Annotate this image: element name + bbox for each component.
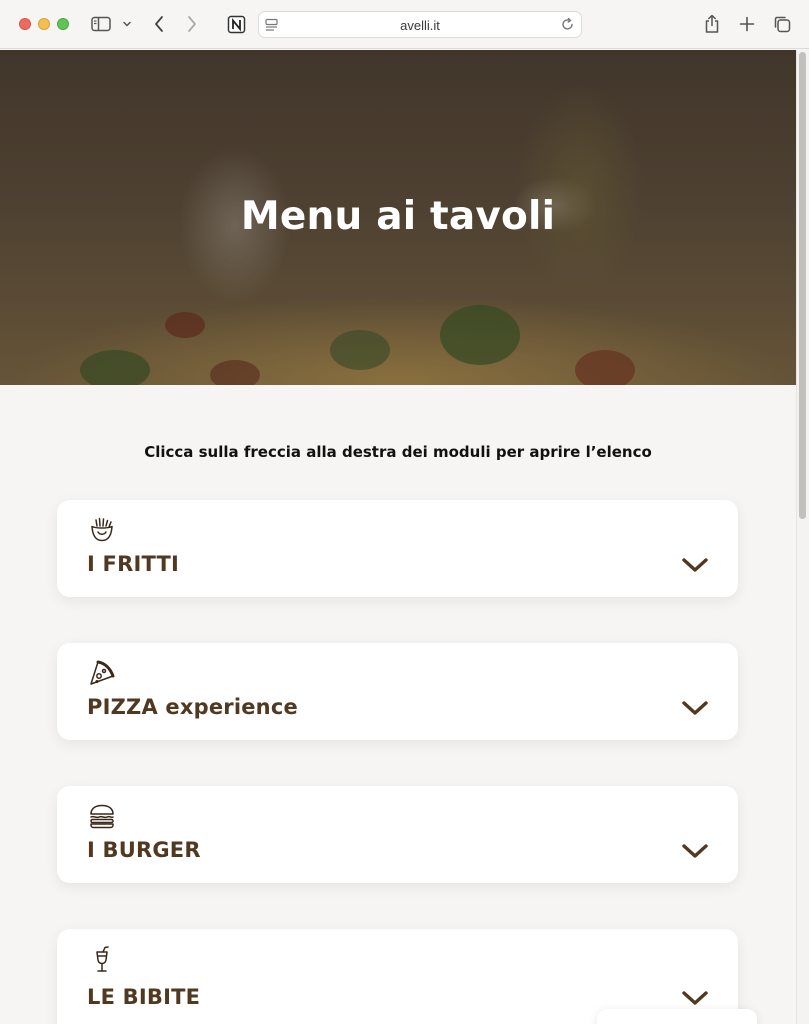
chevron-down-icon[interactable] bbox=[681, 842, 709, 860]
drink-icon bbox=[88, 945, 118, 975]
chevron-down-icon[interactable] bbox=[121, 12, 133, 36]
share-icon[interactable] bbox=[702, 12, 722, 36]
chevron-down-icon[interactable] bbox=[681, 699, 709, 717]
scrollbar-thumb[interactable] bbox=[799, 52, 806, 519]
browser-toolbar: avelli.it bbox=[0, 0, 809, 49]
instruction-text: Clicca sulla freccia alla destra dei mod… bbox=[144, 443, 652, 461]
new-tab-icon[interactable] bbox=[737, 12, 757, 36]
page-title: Menu ai tavoli bbox=[240, 194, 556, 239]
section-label: I BURGER bbox=[87, 838, 201, 862]
back-icon[interactable] bbox=[151, 12, 167, 36]
address-bar[interactable]: avelli.it bbox=[258, 11, 582, 38]
section-label: I FRITTI bbox=[87, 552, 179, 576]
reload-icon[interactable] bbox=[560, 17, 575, 37]
chevron-down-icon[interactable] bbox=[681, 556, 709, 574]
accordion-fritti[interactable]: I FRITTI bbox=[57, 500, 738, 597]
pizza-slice-icon bbox=[88, 659, 118, 689]
accordion-burger[interactable]: I BURGER bbox=[57, 786, 738, 883]
section-label: PIZZA experience bbox=[87, 695, 298, 719]
burger-icon bbox=[88, 802, 118, 832]
accordion-pizza[interactable]: PIZZA experience bbox=[57, 643, 738, 740]
fries-icon bbox=[88, 516, 118, 546]
minimize-window-button[interactable] bbox=[38, 18, 50, 30]
chevron-down-icon[interactable] bbox=[681, 989, 709, 1007]
close-window-button[interactable] bbox=[19, 18, 31, 30]
zoom-window-button[interactable] bbox=[57, 18, 69, 30]
floating-widget[interactable] bbox=[597, 1009, 757, 1024]
notion-icon[interactable] bbox=[226, 12, 246, 36]
sidebar-icon[interactable] bbox=[90, 12, 112, 36]
section-label: LE BIBITE bbox=[87, 985, 201, 1009]
url-text: avelli.it bbox=[400, 18, 440, 33]
tabs-overview-icon[interactable] bbox=[772, 12, 792, 36]
hero-banner: Menu ai tavoli bbox=[0, 50, 796, 385]
forward-icon[interactable] bbox=[184, 12, 200, 36]
